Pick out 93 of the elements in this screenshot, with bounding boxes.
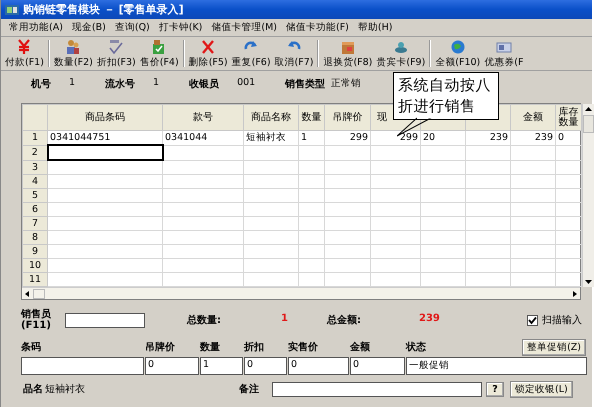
checkmark-icon [528,316,537,324]
toolbar-button[interactable]: 取消(F7) [272,37,316,70]
toolbar-button[interactable]: 付款(F1) [3,37,46,70]
scrollbar-thumb[interactable] [33,288,45,298]
active-cell[interactable] [48,145,162,160]
row-number: 8 [32,232,38,243]
table-cell: 239 [466,130,510,145]
field-label: 流水号 [105,77,136,91]
row-number: 6 [32,204,38,215]
column-header[interactable]: 金额 [523,112,543,122]
field-label: 机号 [31,78,51,91]
field-label: 折扣 [244,340,265,354]
row-number: 5 [32,190,38,201]
field-label: 总金额: [327,313,361,327]
menu-item[interactable]: 储值卡功能(F) [286,21,349,34]
horizontal-scrollbar[interactable] [22,287,580,299]
column-header[interactable]: 商品条码 [85,112,125,122]
menu-item[interactable]: 现金(B) [72,21,106,34]
remark-field[interactable] [272,382,482,396]
table-cell: 0341044 [162,130,244,145]
row-number: 11 [28,274,42,285]
product-name: 短袖衬衣 [45,382,86,396]
table-cell: 短袖衬衣 [244,130,298,145]
row-number: 2 [32,147,38,158]
table-cell: 239 [510,130,556,145]
table-cell: 1 [298,130,324,145]
checkbox[interactable] [527,314,538,326]
window-title: 购销链零售模块 － [零售单录入] [23,2,184,17]
toolbar-button[interactable]: 售价(F4) [138,37,181,70]
toolbar-button[interactable]: 删除(F5) [186,37,230,70]
field-label: 销售类型 [285,78,326,91]
field-label: 状态 [406,340,427,354]
table-cell: 299 [324,130,370,145]
menu-item[interactable]: 帮助(H) [358,21,392,34]
menu-item[interactable]: 打卡钟(K) [158,21,202,34]
field-value: 001 [237,77,256,90]
toolbar-button[interactable]: 贵宾卡(F9) [374,37,428,70]
checkbox-label: 扫描输入 [542,314,582,327]
field-label: 条码 [21,340,42,354]
salesperson-field[interactable] [65,312,145,328]
field-label: 收银员 [189,78,220,91]
lock-button[interactable]: 锁定收银(L) [510,380,573,398]
menu-item[interactable]: 查询(Q) [114,21,150,34]
row-number: 7 [32,218,38,229]
input-field[interactable]: 1 [200,357,243,375]
delete-icon [200,38,216,54]
vertical-scrollbar[interactable] [582,104,594,287]
people-icon [65,38,82,54]
row-number: 1 [32,132,38,144]
callout-text: 系统自动按八折进行销售 [393,72,499,120]
promotion-button[interactable]: 整单促销(Z) [522,338,586,356]
input-field[interactable]: 0 [288,357,349,375]
row-number: 3 [32,162,38,173]
field-label: 备注 [239,382,260,396]
row-number: 9 [32,246,38,257]
field-label: 实售价 [288,340,319,354]
toolbar-button[interactable]: 折扣(F3) [94,37,138,70]
column-header[interactable]: 现 [377,112,387,122]
menu-item[interactable]: 储值卡管理(M) [211,21,278,34]
toolbar-button[interactable]: 全额(F10) [433,37,482,70]
field-label: 金额 [350,340,371,354]
input-field[interactable]: 0 [244,357,287,375]
field-label: 总数量: [187,314,221,327]
column-header[interactable]: 款号 [193,112,213,122]
field-value: 1 [69,77,76,90]
toolbar-button[interactable]: 重复(F6) [230,37,273,70]
field-label: 吊牌价 [145,340,176,354]
yen-icon [16,38,32,54]
row-number: 10 [28,260,42,271]
input-field[interactable]: 0 [145,357,199,375]
help-button[interactable]: ? [486,382,504,396]
toolbar-button[interactable]: 退换货(F8) [321,37,374,70]
input-field[interactable] [21,357,144,375]
scrollbar-thumb[interactable] [583,115,594,133]
total-value: 239 [419,313,440,326]
table-cell: 20 [420,130,466,145]
app-icon [5,4,19,16]
toolbar-button[interactable]: 数量(F2) [52,37,95,70]
menu-item[interactable]: 常用功能(A) [9,21,63,34]
field-label: 销售员(F11) [21,309,52,331]
row-number: 4 [32,176,38,187]
input-field[interactable]: 一般促销 [406,357,587,375]
field-label: 数量 [200,340,221,354]
field-value: 1 [153,77,160,90]
globe-icon [450,38,466,54]
field-label: 品名 [23,382,44,396]
toolbar-button[interactable]: 优惠券(F [482,37,526,70]
table-cell: 299 [370,130,420,145]
field-value: 正常销 [331,77,362,91]
spellcheck-icon [108,38,124,54]
total-value: 1 [281,313,288,326]
input-field[interactable]: 0 [350,357,405,375]
table-cell: 0341044751 [48,130,162,145]
